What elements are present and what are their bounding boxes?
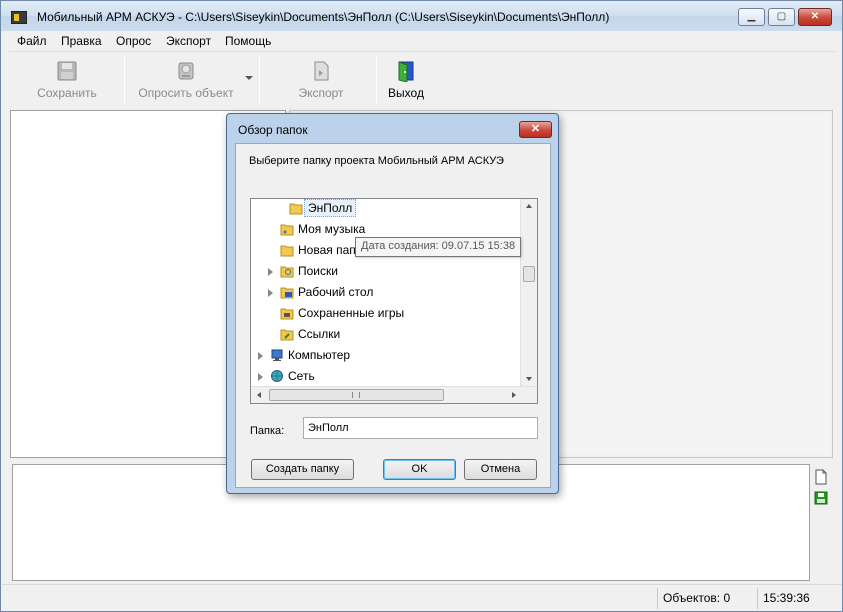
floppy-disk-icon <box>57 61 77 81</box>
toolbar-separator <box>259 56 260 104</box>
dialog-title: Обзор папок <box>238 123 308 137</box>
music-folder-icon <box>280 224 294 236</box>
expand-arrow-icon[interactable] <box>258 352 263 360</box>
expand-arrow-icon[interactable] <box>268 289 273 297</box>
poll-object-button[interactable]: Опросить объект <box>131 56 241 104</box>
folder-input[interactable] <box>303 417 538 439</box>
toolbar-separator <box>124 56 125 104</box>
tree-vertical-scrollbar[interactable] <box>520 199 537 386</box>
poll-dropdown-arrow-icon[interactable] <box>245 76 253 80</box>
menu-poll[interactable]: Опрос <box>116 34 151 48</box>
tree-item-label: Компьютер <box>288 348 351 362</box>
folder-icon <box>289 203 303 215</box>
side-toolbar <box>814 469 830 508</box>
cancel-button[interactable]: Отмена <box>464 459 537 480</box>
tree-horizontal-scrollbar[interactable] <box>251 386 537 403</box>
app-icon <box>11 11 27 24</box>
links-folder-icon <box>280 329 294 341</box>
status-bar: Объектов: 0 15:39:36 <box>2 584 842 611</box>
horizontal-scroll-thumb[interactable] <box>269 389 444 401</box>
folder-tree[interactable]: ЭнПолл Моя музыка Новая папка Поиски Раб… <box>250 198 538 404</box>
saved-games-folder-icon <box>280 308 294 320</box>
window-title: Мобильный АРМ АСКУЭ - C:\Users\Siseykin\… <box>37 10 610 24</box>
menu-edit[interactable]: Правка <box>61 34 102 48</box>
dialog-body: Выберите папку проекта Мобильный АРМ АСК… <box>235 143 551 488</box>
save-green-icon[interactable] <box>814 491 828 505</box>
menu-bar: Файл Правка Опрос Экспорт Помощь <box>2 31 842 51</box>
dialog-instruction: Выберите папку проекта Мобильный АРМ АСК… <box>249 155 504 167</box>
create-folder-button[interactable]: Создать папку <box>251 459 354 480</box>
vertical-scroll-thumb[interactable] <box>523 266 535 282</box>
scroll-down-icon[interactable] <box>526 377 532 381</box>
tree-item-label: Сеть <box>288 369 315 383</box>
tree-item-label: Поиски <box>298 264 338 278</box>
export-icon <box>314 61 329 81</box>
tree-item-label: Рабочий стол <box>298 285 374 299</box>
save-label: Сохранить <box>37 86 97 100</box>
scroll-grip-icon <box>352 392 360 398</box>
new-document-icon[interactable] <box>814 469 828 485</box>
poll-object-label: Опросить объект <box>138 86 234 100</box>
dialog-close-button[interactable]: ✕ <box>519 121 552 138</box>
title-bar[interactable]: Мобильный АРМ АСКУЭ - C:\Users\Siseykin\… <box>1 1 842 31</box>
maximize-button[interactable]: ▢ <box>768 8 795 26</box>
network-icon <box>271 370 283 382</box>
menu-help[interactable]: Помощь <box>225 34 271 48</box>
ok-button[interactable]: OK <box>383 459 456 480</box>
folder-field-label: Папка: <box>250 425 285 437</box>
close-button[interactable]: ✕ <box>798 8 832 26</box>
minimize-button[interactable]: ▁ <box>738 8 765 26</box>
scroll-left-icon[interactable] <box>257 392 261 398</box>
exit-door-icon <box>398 61 414 82</box>
expand-arrow-icon[interactable] <box>268 268 273 276</box>
menu-file[interactable]: Файл <box>17 34 47 48</box>
tree-item-label: Моя музыка <box>298 222 366 236</box>
scroll-right-icon[interactable] <box>512 392 516 398</box>
exit-button[interactable]: Выход <box>381 56 431 104</box>
expand-arrow-icon[interactable] <box>258 373 263 381</box>
search-folder-icon <box>280 266 294 278</box>
poll-object-icon <box>178 62 194 80</box>
tree-item-label: Ссылки <box>298 327 341 341</box>
computer-icon <box>271 349 283 361</box>
status-objects: Объектов: 0 <box>657 588 757 609</box>
tooltip: Дата создания: 09.07.15 15:38 <box>355 237 522 257</box>
browse-folders-dialog: Обзор папок ✕ Выберите папку проекта Моб… <box>226 113 559 494</box>
menu-export[interactable]: Экспорт <box>166 34 211 48</box>
desktop-folder-icon <box>280 287 294 299</box>
folder-icon <box>280 245 294 257</box>
scroll-up-icon[interactable] <box>526 204 532 208</box>
export-label: Экспорт <box>298 86 344 100</box>
toolbar: Сохранить Опросить объект Экспорт Выход <box>9 51 835 106</box>
exit-label: Выход <box>388 86 424 100</box>
tree-item-label: ЭнПолл <box>304 199 357 217</box>
status-time: 15:39:36 <box>757 588 832 609</box>
toolbar-separator <box>376 56 377 104</box>
export-button[interactable]: Экспорт <box>281 56 361 104</box>
tree-item-label: Сохраненные игры <box>298 306 405 320</box>
save-button[interactable]: Сохранить <box>27 56 107 104</box>
